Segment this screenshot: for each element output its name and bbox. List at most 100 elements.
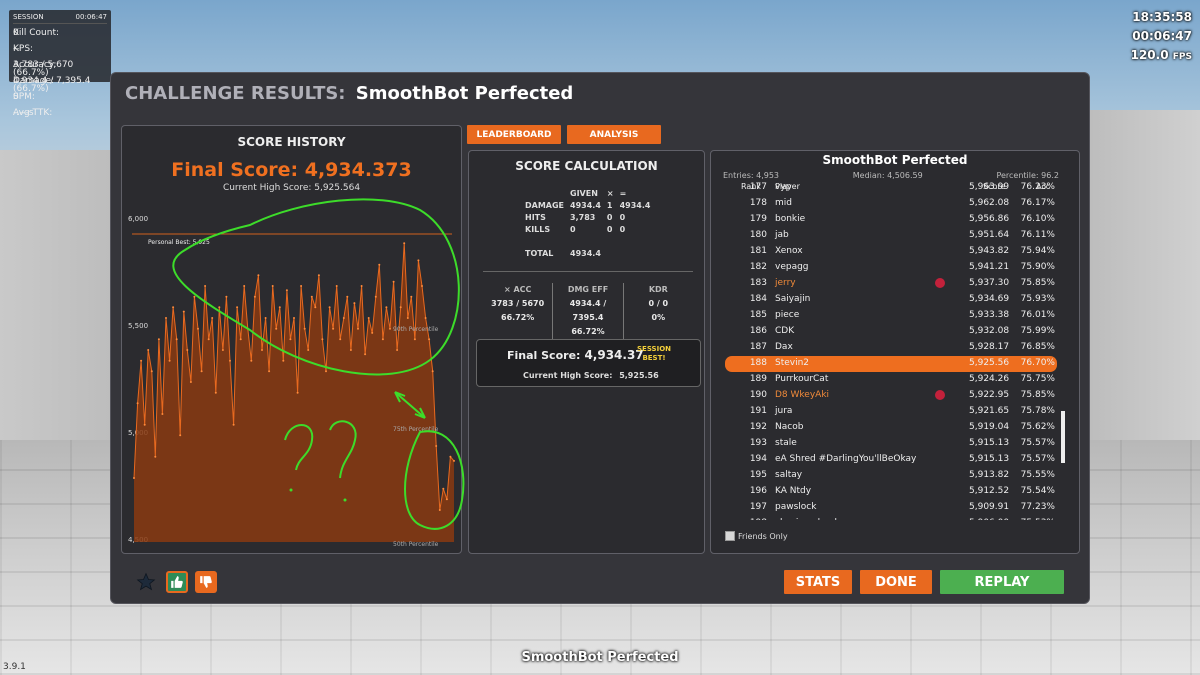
- score-point: [435, 445, 438, 447]
- leaderboard-row[interactable]: 180 jab 5,951.64 76.11%: [711, 228, 1063, 244]
- row-acc: 75.75%: [1020, 374, 1055, 384]
- row-rank: 192: [749, 422, 767, 432]
- score-point: [207, 338, 210, 341]
- row-player[interactable]: Saiyajin: [775, 294, 810, 304]
- thumbs-up-icon: [171, 576, 183, 588]
- row-player[interactable]: jura: [775, 406, 792, 416]
- row-player[interactable]: Nacob: [775, 422, 803, 432]
- row-player[interactable]: mid: [775, 198, 792, 208]
- row-player[interactable]: KA Ntdy: [775, 486, 811, 496]
- leaderboard-row[interactable]: 190 D8 WkeyAki 5,922.95 75.85%: [711, 388, 1063, 404]
- row-score: 5,941.21: [969, 262, 1010, 272]
- row-rank: 191: [749, 406, 767, 416]
- row-player[interactable]: jerry: [775, 278, 796, 288]
- score-point: [289, 338, 292, 341]
- score-point: [140, 359, 143, 362]
- score-point: [214, 391, 217, 394]
- row-player[interactable]: bonkie: [775, 214, 805, 224]
- done-button[interactable]: DONE: [860, 570, 932, 594]
- score-point: [243, 285, 246, 287]
- leaderboard-scrollbar[interactable]: [1061, 411, 1065, 463]
- calc-total: 4934.4: [619, 201, 651, 210]
- row-player[interactable]: eA Shred #DarlingYou'llBeOkay: [775, 454, 916, 464]
- friends-only-toggle[interactable]: Friends Only: [725, 531, 788, 541]
- leaderboard-row[interactable]: 195 saltay 5,913.82 75.55%: [711, 468, 1063, 484]
- tab-analysis[interactable]: ANALYSIS: [567, 125, 661, 144]
- row-player[interactable]: pawslock: [775, 502, 816, 512]
- row-rank: 190: [749, 390, 767, 400]
- row-player[interactable]: vepagg: [775, 262, 809, 272]
- score-point: [275, 327, 278, 330]
- leaderboard-row[interactable]: 184 Saiyajin 5,934.69 75.93%: [711, 292, 1063, 308]
- row-player[interactable]: vyp: [775, 182, 791, 192]
- row-acc: 75.99%: [1020, 326, 1055, 336]
- replay-button[interactable]: REPLAY: [940, 570, 1064, 594]
- row-player[interactable]: chasing clouds: [775, 518, 842, 520]
- leaderboard-row[interactable]: 193 stale 5,915.13 75.57%: [711, 436, 1063, 452]
- row-score: 5,962.08: [969, 198, 1010, 208]
- row-player[interactable]: Stevin2: [775, 358, 809, 368]
- row-player[interactable]: stale: [775, 438, 797, 448]
- score-point: [147, 349, 150, 351]
- leaderboard-row[interactable]: 185 piece 5,933.38 76.01%: [711, 308, 1063, 324]
- row-rank: 195: [749, 470, 767, 480]
- score-point: [421, 285, 423, 287]
- score-point: [442, 487, 445, 490]
- row-player[interactable]: CDK: [775, 326, 794, 336]
- leaderboard-row-current-player[interactable]: 188 Stevin2 5,925.56 76.70%: [725, 356, 1057, 372]
- leaderboard-row[interactable]: 178 mid 5,962.08 76.17%: [711, 196, 1063, 212]
- leaderboard-row[interactable]: 187 Dax 5,928.17 76.85%: [711, 340, 1063, 356]
- row-player[interactable]: saltay: [775, 470, 802, 480]
- leaderboard-row[interactable]: 197 pawslock 5,909.91 77.23%: [711, 500, 1063, 516]
- friends-only-checkbox[interactable]: [725, 531, 735, 541]
- leaderboard-row[interactable]: 182 vepagg 5,941.21 75.90%: [711, 260, 1063, 276]
- y-tick-label: 5,500: [128, 322, 148, 330]
- score-point: [175, 338, 178, 341]
- leaderboard-row[interactable]: 183 jerry 5,937.30 75.85%: [711, 276, 1063, 292]
- acc-value: 3783 / 5670: [491, 299, 545, 308]
- score-point: [296, 391, 299, 394]
- favorite-star-button[interactable]: [135, 571, 157, 593]
- panel-title: CHALLENGE RESULTS: SmoothBot Perfected: [125, 83, 573, 104]
- stats-button[interactable]: STATS: [784, 570, 852, 594]
- score-point: [314, 306, 317, 309]
- leaderboard-row[interactable]: 179 bonkie 5,956.86 76.10%: [711, 212, 1063, 228]
- row-player[interactable]: PurrkourCat: [775, 374, 828, 384]
- clock-hud: 18:35:58 00:06:47 120.0 FPS: [1131, 8, 1192, 67]
- leaderboard-row[interactable]: 186 CDK 5,932.08 75.99%: [711, 324, 1063, 340]
- row-acc: 75.57%: [1020, 438, 1055, 448]
- leaderboard-rows[interactable]: 177 vyp 5,963.99 76.23% 178 mid 5,962.08 76.17%…: [711, 180, 1063, 520]
- y-tick-label: 6,000: [128, 215, 148, 223]
- thumbs-down-button[interactable]: [195, 571, 217, 593]
- score-point: [399, 306, 402, 309]
- row-score: 5,925.56: [969, 358, 1010, 368]
- score-point: [349, 349, 352, 351]
- row-score: 5,963.99: [969, 182, 1010, 192]
- leaderboard-row[interactable]: 177 vyp 5,963.99 76.23%: [711, 180, 1063, 196]
- row-rank: 187: [749, 342, 767, 352]
- row-score: 5,915.13: [969, 454, 1010, 464]
- score-point: [317, 274, 320, 277]
- final-score-line: Final Score: 4,934.37: [507, 348, 644, 362]
- thumbs-up-button[interactable]: [166, 571, 188, 593]
- row-player[interactable]: Xenox: [775, 246, 803, 256]
- leaderboard-row[interactable]: 191 jura 5,921.65 75.78%: [711, 404, 1063, 420]
- row-player[interactable]: jab: [775, 230, 789, 240]
- leaderboard-row[interactable]: 192 Nacob 5,919.04 75.62%: [711, 420, 1063, 436]
- score-point: [431, 370, 434, 373]
- tab-leaderboard[interactable]: LEADERBOARD: [467, 125, 561, 144]
- row-acc: 77.23%: [1020, 502, 1055, 512]
- leaderboard-row[interactable]: 194 eA Shred #DarlingYou'llBeOkay 5,915.13…: [711, 452, 1063, 468]
- leaderboard-panel: SmoothBot Perfected Entries: 4,953 Media…: [710, 150, 1080, 554]
- row-player[interactable]: Dax: [775, 342, 793, 352]
- row-score: 5,937.30: [969, 278, 1010, 288]
- row-score: 5,956.86: [969, 214, 1010, 224]
- leaderboard-row[interactable]: 198 chasing clouds 5,906.00 75.53%: [711, 516, 1063, 520]
- leaderboard-row[interactable]: 181 Xenox 5,943.82 75.94%: [711, 244, 1063, 260]
- leaderboard-row[interactable]: 196 KA Ntdy 5,912.52 75.54%: [711, 484, 1063, 500]
- row-player[interactable]: piece: [775, 310, 799, 320]
- leaderboard-row[interactable]: 189 PurrkourCat 5,924.26 75.75%: [711, 372, 1063, 388]
- row-score: 5,933.38: [969, 310, 1010, 320]
- row-player[interactable]: D8 WkeyAki: [775, 390, 829, 400]
- high-score-label: Current High Score:: [523, 371, 613, 380]
